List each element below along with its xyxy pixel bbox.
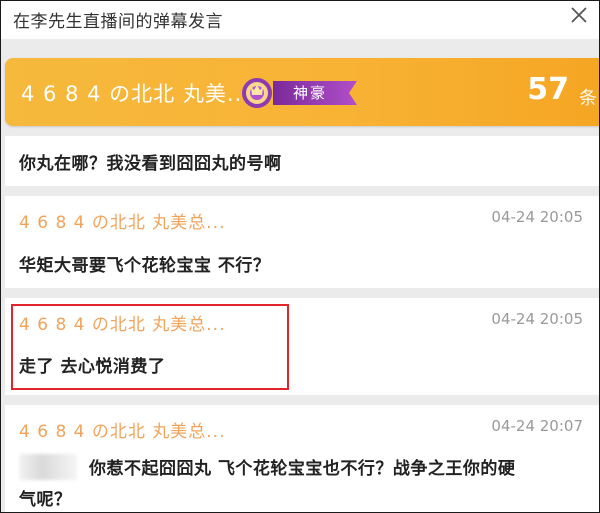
close-icon[interactable] [567,3,591,27]
message-username[interactable]: 4 6 8 4 の北北 丸美总... [19,417,226,442]
message-timestamp: 04-24 20:05 [491,208,583,226]
highlight-annotation-box [11,304,289,390]
message-text: 你丸在哪？我没看到囧囧丸的号啊 [19,154,282,174]
message-text-line1: 你惹不起囧囧丸 飞个花轮宝宝也不行？战争之王你的硬 [89,459,516,479]
message-timestamp: 04-24 20:07 [491,417,583,435]
message-text-line2: 气呢？ [19,490,72,510]
close-icon-glyph [571,7,587,23]
window-title: 在李先生直播间的弹幕发言 [13,12,223,32]
message-count-unit: 条 [579,88,597,109]
message-timestamp: 04-24 20:05 [491,310,583,328]
banner-username[interactable]: 4 6 8 4 の北北 丸美... [21,78,250,108]
danmaku-window: 在李先生直播间的弹幕发言 4 6 8 4 の北北 丸美... 神豪 57 条 你… [0,0,600,513]
title-bar: 在李先生直播间的弹幕发言 [1,1,599,39]
message-item: 4 6 8 4 の北北 丸美总... 04-24 20:05 华矩大哥要飞个花轮… [5,196,599,288]
rank-badge-label: 神豪 [292,84,327,102]
message-item: 你丸在哪？我没看到囧囧丸的号啊 [5,136,599,186]
message-text: 华矩大哥要飞个花轮宝宝 不行？ [19,256,271,276]
rank-badge: 神豪 [239,77,365,109]
message-item: 4 6 8 4 の北北 丸美总... 04-24 20:07 你惹不起囧囧丸 飞… [5,405,599,512]
message-username[interactable]: 4 6 8 4 の北北 丸美总... [19,208,226,233]
blurred-avatar [19,454,77,480]
user-summary-banner: 4 6 8 4 の北北 丸美... 神豪 57 条 [5,58,599,126]
message-count: 57 [527,72,569,107]
